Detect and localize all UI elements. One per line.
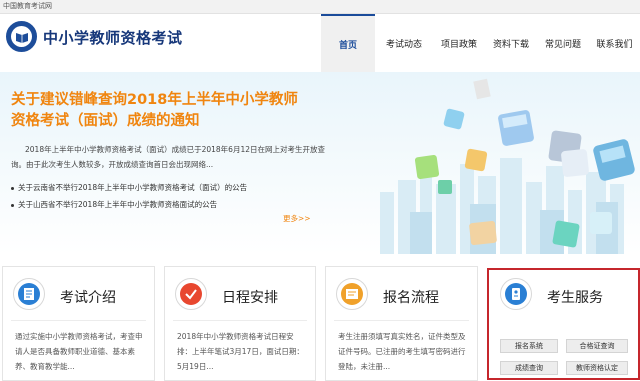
card-title: 日程安排 bbox=[222, 290, 278, 306]
checkmark-icon bbox=[175, 278, 207, 310]
bullet-icon bbox=[11, 186, 14, 190]
card-title: 报名流程 bbox=[383, 290, 439, 306]
more-link[interactable]: 更多>> bbox=[283, 213, 311, 224]
header: 中小学教师资格考试 首页 考试动态 项目政策 资料下载 常见问题 联系我们 bbox=[0, 14, 640, 72]
site-title[interactable]: 中小学教师资格考试 bbox=[43, 27, 183, 48]
bullet-icon bbox=[11, 203, 14, 207]
card-description: 通过实施中小学教师资格考试，考查申请人是否具备教师职业道德、基本素养、教育教学能… bbox=[15, 332, 143, 371]
news-banner: 关于建议错峰查询2018年上半年中小学教师资格考试（面试）成绩的通知 2018年… bbox=[0, 72, 640, 254]
news-item-text: 关于山西省不举行2018年上半年中小学教师资格面试的公告 bbox=[18, 200, 218, 209]
document-icon bbox=[336, 278, 368, 310]
nav-faq[interactable]: 常见问题 bbox=[537, 14, 589, 72]
news-item[interactable]: 关于云南省不举行2018年上半年中小学教师资格考试（面试）的公告 bbox=[11, 179, 341, 196]
book-emblem-icon bbox=[11, 26, 32, 47]
divider bbox=[173, 320, 307, 321]
nav-policy[interactable]: 项目政策 bbox=[433, 14, 485, 72]
card-description: 考生注册须填写真实姓名，证件类型及证件号码。已注册的考生填写密码进行登陆，未注册… bbox=[338, 332, 466, 371]
card-exam-intro[interactable]: 考试介绍 通过实施中小学教师资格考试，考查申请人是否具备教师职业道德、基本素养、… bbox=[2, 266, 155, 381]
main-nav: 首页 考试动态 项目政策 资料下载 常见问题 联系我们 bbox=[321, 14, 640, 72]
card-registration[interactable]: 报名流程 考生注册须填写真实姓名，证件类型及证件号码。已注册的考生填写密码进行登… bbox=[325, 266, 478, 381]
divider bbox=[11, 320, 146, 321]
news-item[interactable]: 关于山西省不举行2018年上半年中小学教师资格面试的公告 bbox=[11, 196, 341, 213]
notepad-icon bbox=[13, 278, 45, 310]
nav-downloads[interactable]: 资料下载 bbox=[485, 14, 537, 72]
nav-contact[interactable]: 联系我们 bbox=[589, 14, 640, 72]
news-list: 关于云南省不举行2018年上半年中小学教师资格考试（面试）的公告 关于山西省不举… bbox=[11, 179, 341, 213]
card-title: 考试介绍 bbox=[60, 290, 116, 306]
divider bbox=[334, 320, 469, 321]
banner-headline[interactable]: 关于建议错峰查询2018年上半年中小学教师资格考试（面试）成绩的通知 bbox=[11, 90, 311, 132]
site-logo[interactable] bbox=[6, 21, 37, 52]
card-description: 2018年中小学教师资格考试日程安排：上半年笔试3月17日，面试日期：5月19日… bbox=[177, 332, 304, 371]
highlight-box bbox=[487, 268, 640, 380]
nav-home[interactable]: 首页 bbox=[321, 14, 375, 72]
top-strip: 中国教育考试网 bbox=[0, 0, 640, 14]
city-cubes-illustration bbox=[380, 78, 635, 254]
banner-summary: 2018年上半年中小学教师资格考试（面试）成绩已于2018年6月12日在网上对考… bbox=[11, 145, 325, 169]
card-schedule[interactable]: 日程安排 2018年中小学教师资格考试日程安排：上半年笔试3月17日，面试日期：… bbox=[164, 266, 316, 381]
nav-exam-news[interactable]: 考试动态 bbox=[375, 14, 433, 72]
news-item-text: 关于云南省不举行2018年上半年中小学教师资格考试（面试）的公告 bbox=[18, 183, 248, 192]
top-strip-text: 中国教育考试网 bbox=[3, 2, 52, 10]
